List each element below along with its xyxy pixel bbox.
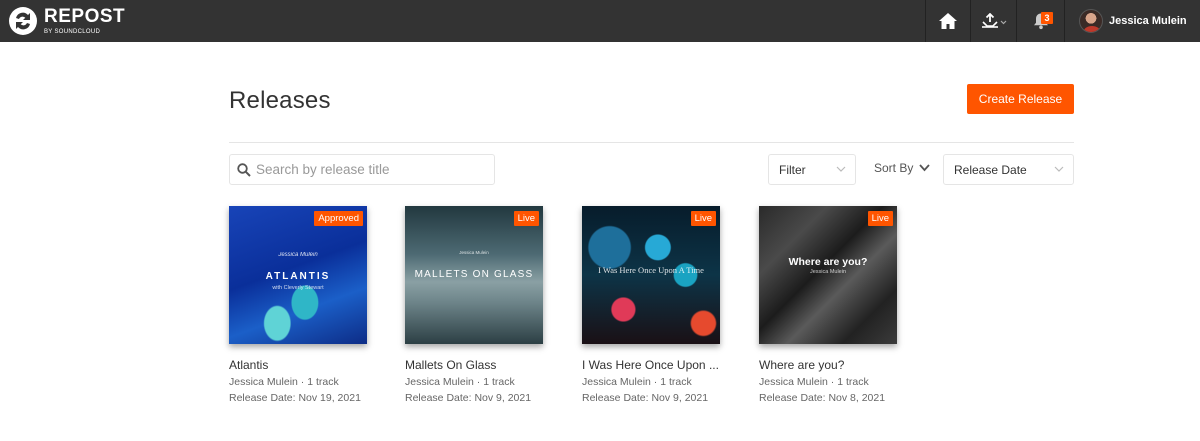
cover-title: Where are you?	[788, 256, 868, 268]
nav-actions: 3 Jessica Mulein	[925, 0, 1200, 42]
release-meta: Jessica Mulein · 1 track	[405, 376, 515, 388]
cover-artist: Jessica Mulein	[459, 250, 489, 255]
filter-dropdown[interactable]: Filter	[768, 154, 856, 185]
chevron-down-icon	[836, 166, 846, 172]
home-button[interactable]	[925, 0, 970, 42]
upload-button[interactable]	[970, 0, 1016, 42]
release-cover[interactable]: I Was Here Once Upon A Time Live	[582, 206, 720, 344]
user-name: Jessica Mulein	[1109, 15, 1187, 27]
release-card[interactable]: I Was Here Once Upon A Time Live I Was H…	[582, 206, 732, 404]
status-badge: Live	[867, 211, 893, 226]
status-badge: Live	[513, 211, 539, 226]
sort-by-label: Sort By	[874, 161, 914, 175]
cover-title: MALLETS ON GLASS	[414, 269, 534, 280]
top-navigation-bar: REPOST BY SOUNDCLOUD 3 Jessica Mulein	[0, 0, 1200, 42]
search-input[interactable]	[256, 162, 486, 177]
upload-icon	[981, 13, 1006, 28]
cover-artist: Jessica Mulein	[278, 252, 318, 258]
release-title[interactable]: Where are you?	[759, 358, 909, 372]
home-icon	[939, 13, 957, 29]
logo-subtitle: BY SOUNDCLOUD	[44, 29, 101, 35]
sort-value: Release Date	[954, 162, 1027, 177]
header-divider	[229, 142, 1074, 143]
repost-logo-icon	[9, 7, 37, 35]
cover-subtitle: with Cleverly Stewart	[272, 285, 324, 291]
notifications-button[interactable]: 3	[1016, 0, 1064, 42]
search-box[interactable]	[229, 154, 495, 185]
release-cover[interactable]: Jessica Mulein ATLANTIS with Cleverly St…	[229, 206, 367, 344]
notification-count-badge: 3	[1041, 12, 1053, 24]
release-card[interactable]: Jessica Mulein ATLANTIS with Cleverly St…	[229, 206, 379, 404]
user-menu[interactable]: Jessica Mulein	[1064, 0, 1200, 42]
create-release-button[interactable]: Create Release	[967, 84, 1074, 114]
page-title: Releases	[229, 87, 331, 114]
cover-artist: Jessica Mulein	[809, 269, 847, 275]
status-badge: Approved	[314, 211, 363, 226]
release-card[interactable]: Where are you? Jessica Mulein Live Where…	[759, 206, 909, 404]
release-date: Release Date: Nov 19, 2021	[229, 392, 361, 404]
release-meta: Jessica Mulein · 1 track	[582, 376, 692, 388]
logo-text: REPOST BY SOUNDCLOUD	[44, 7, 125, 35]
chevron-down-icon	[1054, 166, 1064, 172]
sort-dropdown[interactable]: Release Date	[943, 154, 1074, 185]
release-date: Release Date: Nov 9, 2021	[405, 392, 532, 404]
release-date: Release Date: Nov 8, 2021	[759, 392, 886, 404]
release-meta: Jessica Mulein · 1 track	[229, 376, 339, 388]
release-title[interactable]: I Was Here Once Upon ...	[582, 358, 732, 372]
chevron-down-icon	[919, 164, 931, 172]
release-title[interactable]: Mallets On Glass	[405, 358, 555, 372]
cover-title: ATLANTIS	[265, 271, 331, 282]
avatar	[1079, 9, 1103, 33]
release-title[interactable]: Atlantis	[229, 358, 379, 372]
search-icon	[237, 162, 251, 177]
repost-logo[interactable]: REPOST BY SOUNDCLOUD	[8, 3, 125, 39]
release-meta: Jessica Mulein · 1 track	[759, 376, 869, 388]
cover-title: I Was Here Once Upon A Time	[598, 265, 704, 275]
release-date: Release Date: Nov 9, 2021	[582, 392, 709, 404]
sort-by-toggle[interactable]: Sort By	[874, 161, 931, 175]
release-card[interactable]: Jessica Mulein MALLETS ON GLASS Live Mal…	[405, 206, 555, 404]
release-cover[interactable]: Where are you? Jessica Mulein Live	[759, 206, 897, 344]
filter-label: Filter	[779, 162, 806, 177]
release-cover[interactable]: Jessica Mulein MALLETS ON GLASS Live	[405, 206, 543, 344]
status-badge: Live	[690, 211, 716, 226]
logo-wordmark: REPOST	[44, 6, 126, 27]
